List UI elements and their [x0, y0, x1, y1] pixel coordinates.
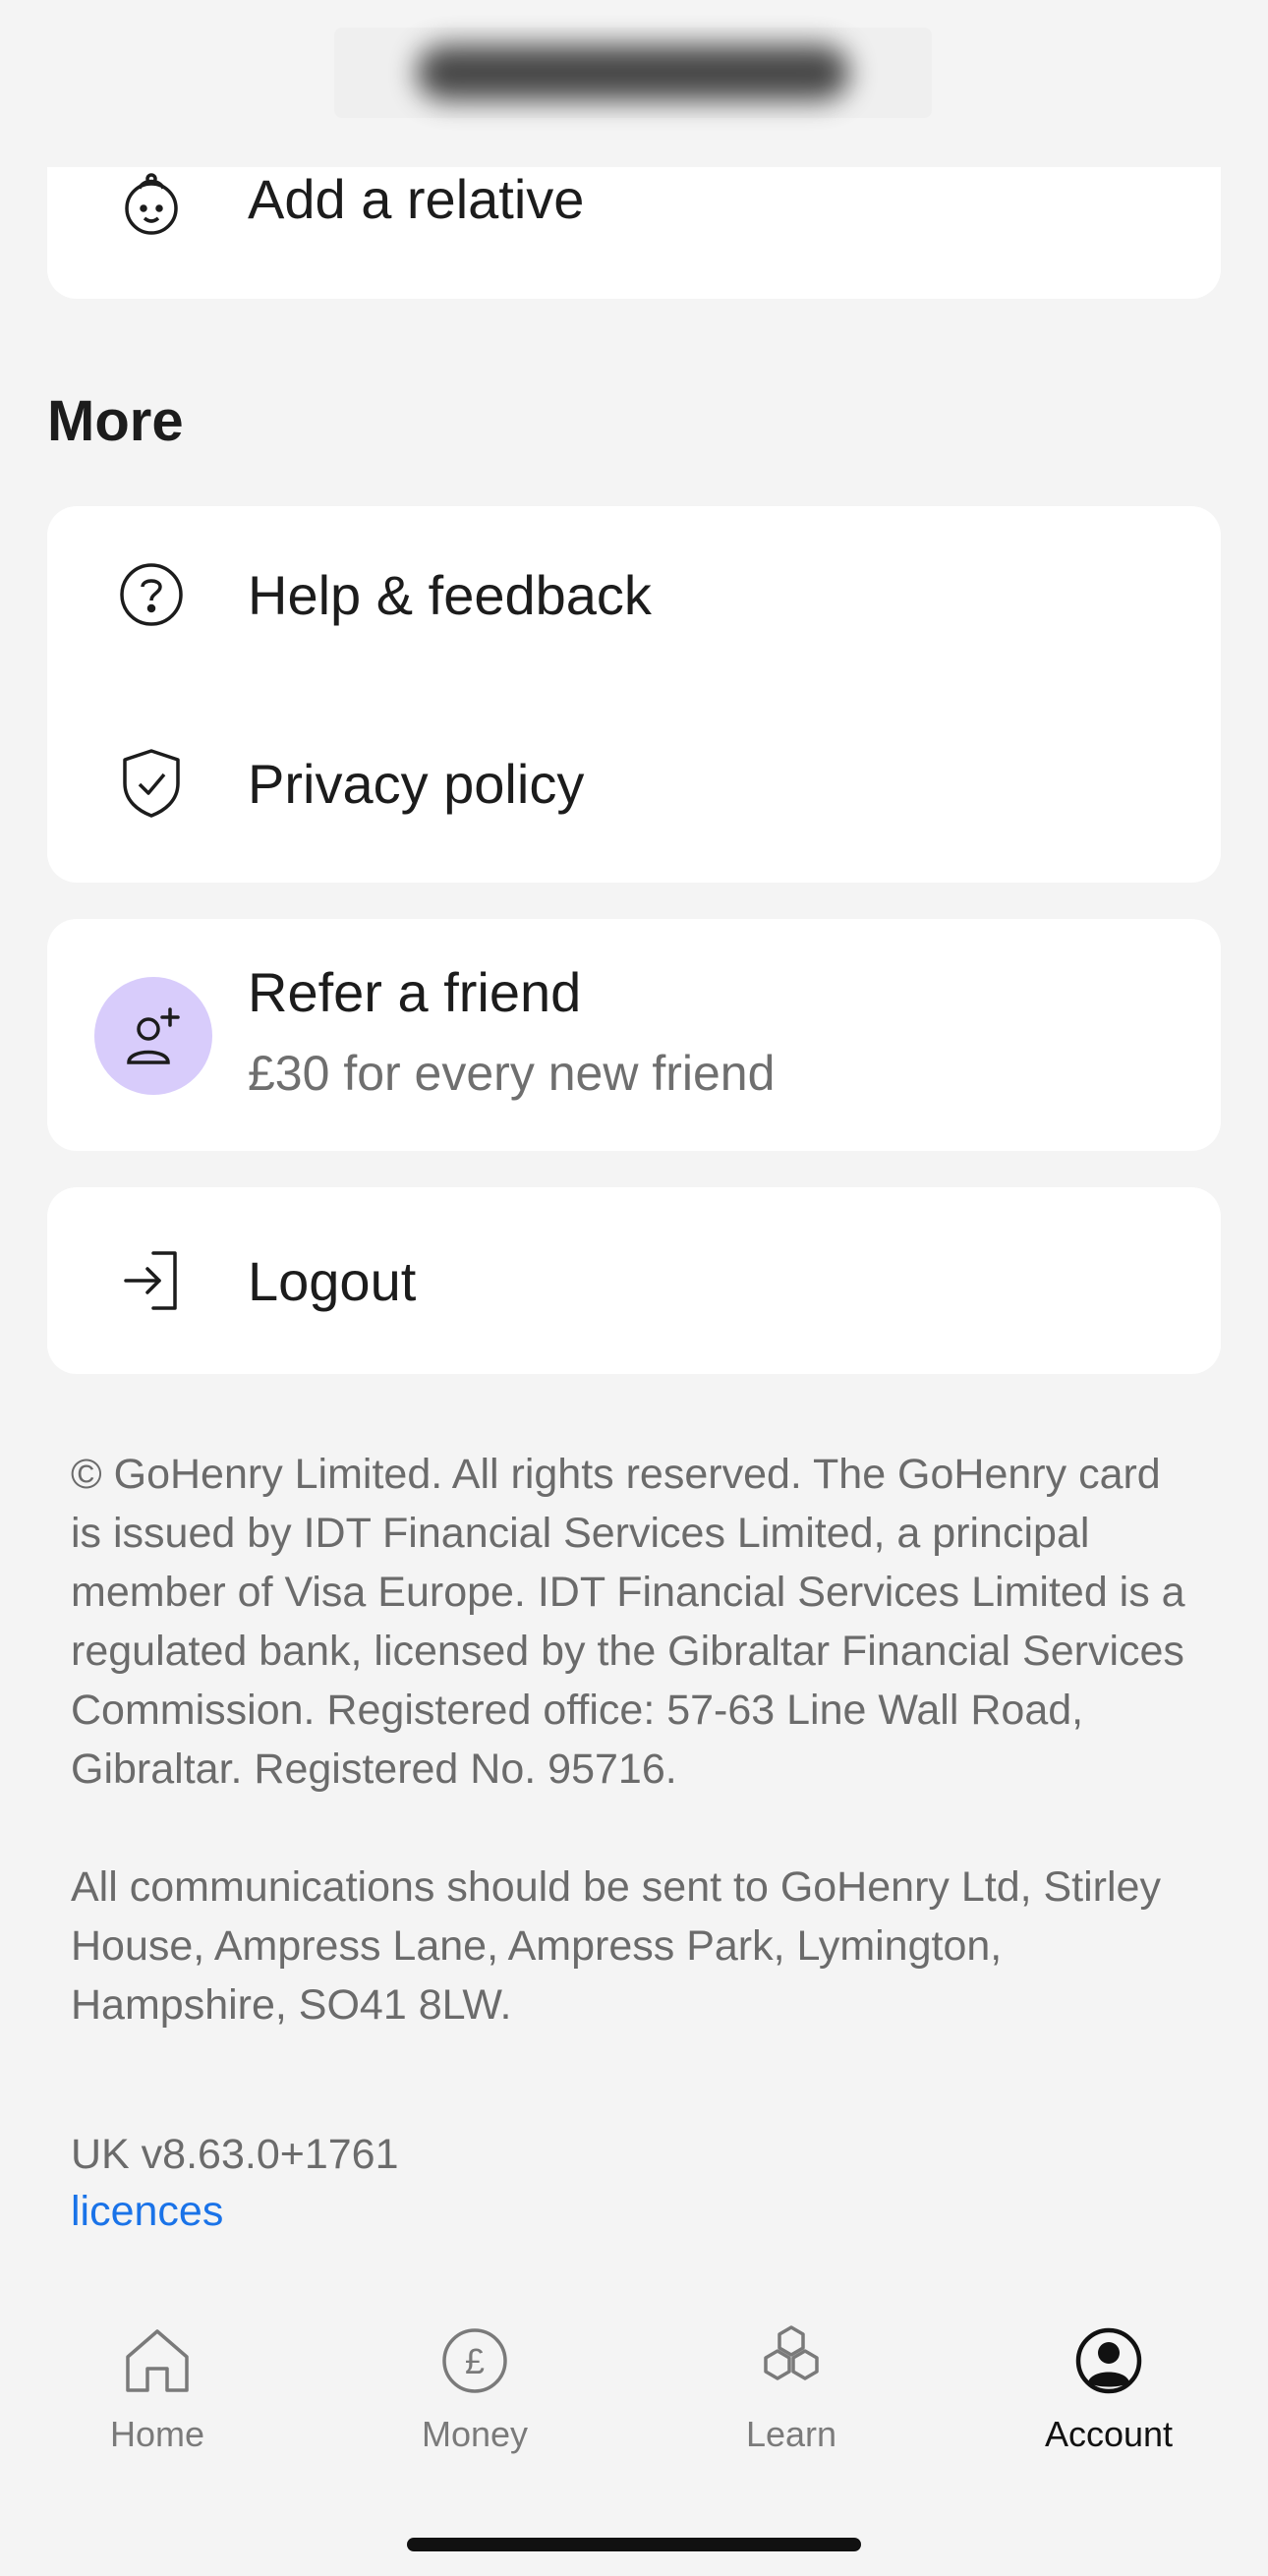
refer-friend-title: Refer a friend: [248, 961, 582, 1023]
logout-card[interactable]: Logout: [47, 1187, 1221, 1374]
svg-text:£: £: [465, 2341, 485, 2381]
account-icon: [1075, 2327, 1142, 2394]
bottom-tab-bar: Home £ Money Learn Account: [0, 2300, 1268, 2487]
add-person-icon: [127, 1007, 180, 1064]
logout-label: Logout: [248, 1249, 417, 1312]
logout-arrow-icon: [118, 1247, 185, 1314]
legal-address-text: All communications should be sent to GoH…: [71, 1863, 1161, 2029]
tab-account[interactable]: Account: [996, 2300, 1222, 2457]
blurred-title-shape: [417, 45, 849, 100]
app-version: UK v8.63.0+1761: [71, 2131, 399, 2178]
pound-icon: £: [442, 2328, 507, 2393]
tab-account-label: Account: [1044, 2414, 1174, 2454]
help-privacy-card: Help & feedback Privacy policy: [47, 506, 1221, 883]
blurred-header-title: [334, 28, 932, 118]
shield-check-icon: [118, 749, 185, 818]
more-section-title: More: [47, 389, 184, 453]
add-relative-card[interactable]: Add a relative: [47, 167, 1221, 299]
add-relative-label: Add a relative: [248, 168, 585, 230]
refer-avatar: [94, 977, 212, 1095]
tab-learn-label: Learn: [745, 2414, 837, 2454]
tab-learn[interactable]: Learn: [678, 2300, 904, 2457]
tab-money-label: Money: [421, 2414, 529, 2454]
help-feedback-label: Help & feedback: [248, 563, 652, 626]
tab-home[interactable]: Home: [44, 2300, 270, 2457]
baby-face-icon: [118, 171, 185, 238]
legal-copyright-text: © GoHenry Limited. All rights reserved. …: [71, 1451, 1185, 1793]
home-icon: [126, 2329, 189, 2392]
tab-money[interactable]: £ Money: [362, 2300, 588, 2457]
hexagons-icon: [764, 2325, 819, 2380]
help-feedback-row[interactable]: Help & feedback: [47, 545, 1221, 644]
privacy-policy-label: Privacy policy: [248, 752, 585, 815]
refer-friend-subtitle: £30 for every new friend: [248, 1046, 776, 1101]
question-circle-icon: [118, 561, 185, 628]
licences-link[interactable]: licences: [71, 2188, 223, 2236]
home-indicator: [407, 2538, 861, 2551]
refer-friend-card[interactable]: Refer a friend £30 for every new friend: [47, 919, 1221, 1151]
privacy-policy-row[interactable]: Privacy policy: [47, 734, 1221, 832]
tab-home-label: Home: [109, 2414, 205, 2454]
